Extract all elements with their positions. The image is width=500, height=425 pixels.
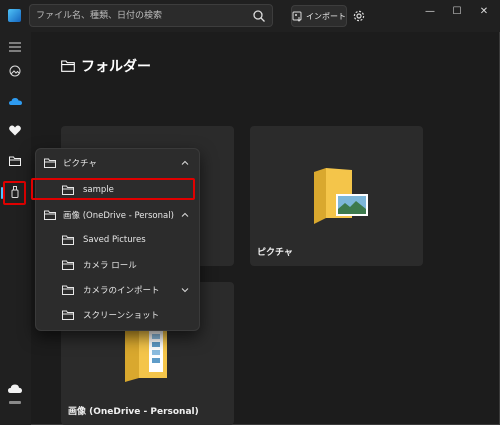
tree-item-pictures[interactable]: ピクチャ xyxy=(36,151,199,175)
chevron-up-icon[interactable] xyxy=(181,159,189,167)
onedrive-icon xyxy=(8,98,22,105)
folder-card-pictures[interactable]: ピクチャ xyxy=(250,126,423,266)
heart-icon xyxy=(9,125,21,135)
card-label-pictures: ピクチャ xyxy=(257,248,293,258)
nav-onedrive[interactable] xyxy=(5,91,25,111)
storage-bar xyxy=(9,401,21,404)
folder-tree-flyout: ピクチャ sample 画像 (OneDrive - Personal) Sav… xyxy=(35,148,200,331)
chevron-up-icon[interactable] xyxy=(181,211,189,219)
chevron-down-icon[interactable] xyxy=(181,286,189,294)
tree-item-camera-roll[interactable]: カメラ ロール xyxy=(36,253,199,277)
tree-item-label: Saved Pictures xyxy=(83,235,146,245)
folder-thumbnail-icon xyxy=(125,322,167,382)
nav-favorites[interactable] xyxy=(5,120,25,140)
left-navigation xyxy=(0,32,31,425)
import-button[interactable]: インポート xyxy=(291,5,347,27)
menu-button[interactable] xyxy=(5,37,25,57)
folder-icon xyxy=(44,158,56,168)
tree-item-screenshots[interactable]: スクリーンショット xyxy=(36,303,199,327)
tree-item-onedrive[interactable]: 画像 (OneDrive - Personal) xyxy=(36,203,199,227)
nav-folders[interactable] xyxy=(5,151,25,171)
usb-device-icon xyxy=(11,186,19,198)
tree-item-label: 画像 (OneDrive - Personal) xyxy=(63,211,174,221)
folder-icon xyxy=(9,156,21,166)
title-bar: インポート — ☐ ✕ xyxy=(0,0,500,32)
nav-all-photos[interactable] xyxy=(5,61,25,81)
folder-icon xyxy=(61,60,75,72)
folder-icon xyxy=(44,210,56,220)
sample-item-highlight xyxy=(31,178,195,200)
page-title-text: フォルダー xyxy=(81,59,151,75)
nav-device[interactable] xyxy=(5,182,25,202)
folder-icon xyxy=(62,310,74,320)
close-button[interactable]: ✕ xyxy=(472,2,496,20)
nav-cloud-status[interactable] xyxy=(5,378,25,398)
maximize-button[interactable]: ☐ xyxy=(445,2,469,20)
tree-item-saved-pictures[interactable]: Saved Pictures xyxy=(36,228,199,252)
tree-item-label: スクリーンショット xyxy=(83,311,160,321)
import-label: インポート xyxy=(306,11,346,21)
menu-icon xyxy=(9,42,21,52)
search-box[interactable] xyxy=(29,4,273,27)
folder-icon xyxy=(62,260,74,270)
tree-item-label: カメラ ロール xyxy=(83,261,137,271)
search-input[interactable] xyxy=(36,8,246,24)
tree-item-label: カメラのインポート xyxy=(83,286,160,296)
folder-icon xyxy=(62,235,74,245)
photos-app-icon xyxy=(8,9,21,22)
search-icon[interactable] xyxy=(252,9,266,23)
photos-icon xyxy=(9,65,21,77)
page-title: フォルダー xyxy=(61,56,151,76)
import-icon xyxy=(292,11,302,22)
card-label-onedrive: 画像 (OneDrive - Personal) xyxy=(68,407,199,417)
minimize-button[interactable]: — xyxy=(418,2,442,20)
folder-thumbnail-icon xyxy=(314,168,368,224)
tree-item-camera-import[interactable]: カメラのインポート xyxy=(36,278,199,302)
tree-item-label: ピクチャ xyxy=(63,159,97,169)
folder-icon xyxy=(62,285,74,295)
cloud-icon xyxy=(8,384,22,393)
gear-icon[interactable] xyxy=(352,9,366,23)
